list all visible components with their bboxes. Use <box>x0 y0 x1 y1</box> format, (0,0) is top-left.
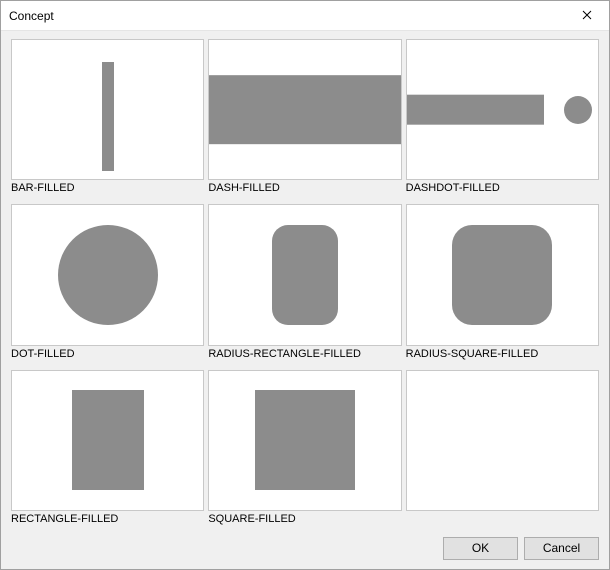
concept-tile[interactable] <box>11 204 204 345</box>
concept-label-empty <box>406 511 599 529</box>
concept-label: DASHDOT-FILLED <box>406 180 599 198</box>
square-filled-icon <box>255 390 355 490</box>
dot-filled-icon <box>58 225 158 325</box>
concept-item-bar-filled: BAR-FILLED <box>11 39 204 198</box>
concept-tile[interactable] <box>406 39 599 180</box>
concept-item-dot-filled: DOT-FILLED <box>11 204 204 363</box>
concept-tile[interactable] <box>406 204 599 345</box>
radius-square-filled-icon <box>452 225 552 325</box>
window-title: Concept <box>9 9 564 23</box>
concept-item-dashdot-filled: DASHDOT-FILLED <box>406 39 599 198</box>
concept-tile[interactable] <box>208 370 401 511</box>
concept-tile[interactable] <box>11 39 204 180</box>
concept-tile[interactable] <box>208 204 401 345</box>
ok-button[interactable]: OK <box>443 537 518 560</box>
concept-item-radius-square-filled: RADIUS-SQUARE-FILLED <box>406 204 599 363</box>
concept-item-square-filled: SQUARE-FILLED <box>208 370 401 529</box>
radius-rectangle-filled-icon <box>272 225 338 325</box>
dash-filled-icon <box>209 75 400 145</box>
cancel-button[interactable]: Cancel <box>524 537 599 560</box>
concept-label: BAR-FILLED <box>11 180 204 198</box>
concept-label: RADIUS-RECTANGLE-FILLED <box>208 346 401 364</box>
close-icon <box>582 9 592 23</box>
concept-grid: BAR-FILLED DASH-FILLED DASHDOT-FILLED DO… <box>1 31 609 533</box>
bar-filled-icon <box>102 62 114 171</box>
titlebar: Concept <box>1 1 609 31</box>
dashdot-dot-icon <box>564 96 592 124</box>
concept-dialog: Concept BAR-FILLED DASH-FILLED DASHD <box>0 0 610 570</box>
concept-label: RECTANGLE-FILLED <box>11 511 204 529</box>
concept-item-rectangle-filled: RECTANGLE-FILLED <box>11 370 204 529</box>
rectangle-filled-icon <box>72 390 144 490</box>
concept-label: DOT-FILLED <box>11 346 204 364</box>
dialog-buttons: OK Cancel <box>1 533 609 569</box>
dashdot-bar-icon <box>407 94 545 125</box>
concept-tile-empty <box>406 370 599 511</box>
close-button[interactable] <box>564 1 609 31</box>
concept-label: SQUARE-FILLED <box>208 511 401 529</box>
concept-label: DASH-FILLED <box>208 180 401 198</box>
concept-label: RADIUS-SQUARE-FILLED <box>406 346 599 364</box>
concept-item-empty <box>406 370 599 529</box>
concept-item-dash-filled: DASH-FILLED <box>208 39 401 198</box>
concept-tile[interactable] <box>11 370 204 511</box>
concept-tile[interactable] <box>208 39 401 180</box>
concept-item-radius-rectangle-filled: RADIUS-RECTANGLE-FILLED <box>208 204 401 363</box>
